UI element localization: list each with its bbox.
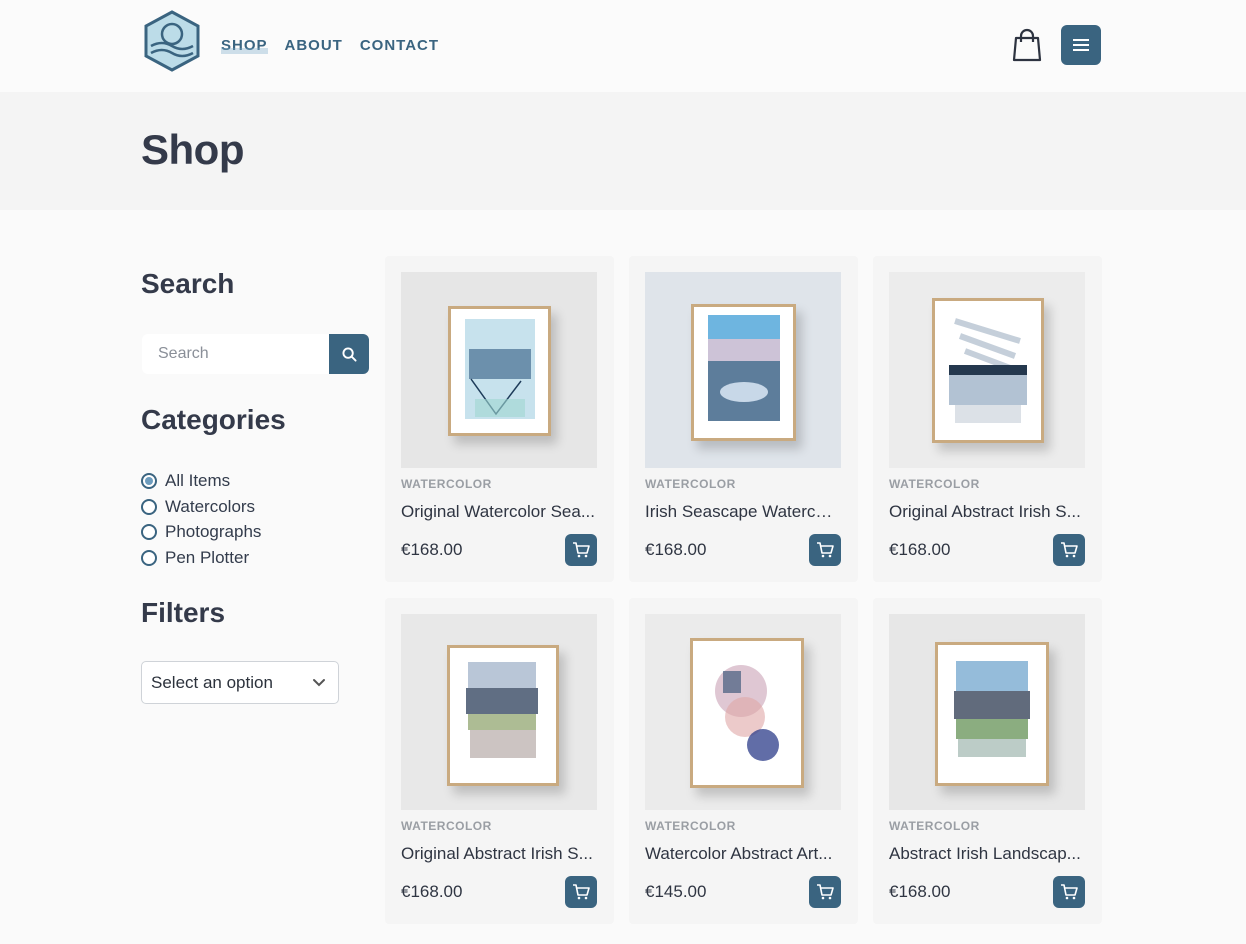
search-heading: Search	[141, 268, 235, 299]
product-image[interactable]	[889, 272, 1085, 468]
shopping-bag-icon[interactable]	[1012, 28, 1042, 62]
add-to-cart-button[interactable]	[809, 534, 841, 566]
categories-heading: Categories	[141, 404, 286, 435]
hamburger-menu-icon	[1073, 39, 1089, 51]
site-header: SHOP ABOUT CONTACT	[0, 0, 1246, 92]
product-price: €168.00	[889, 882, 951, 901]
product-image[interactable]	[645, 614, 841, 810]
product-card[interactable]: WATERCOLOR Original Abstract Irish S... …	[385, 598, 614, 924]
product-card[interactable]: WATERCOLOR Irish Seascape Watercol... €1…	[629, 256, 858, 582]
category-all-items[interactable]: All Items	[141, 468, 261, 494]
product-name[interactable]: Irish Seascape Watercol...	[645, 502, 841, 522]
page-title: Shop	[141, 126, 244, 173]
product-category: WATERCOLOR	[401, 819, 492, 833]
product-name[interactable]: Watercolor Abstract Art...	[645, 844, 841, 864]
product-card[interactable]: WATERCOLOR Watercolor Abstract Art... €1…	[629, 598, 858, 924]
category-list: All Items Watercolors Photographs Pen Pl…	[141, 468, 261, 571]
category-watercolors[interactable]: Watercolors	[141, 494, 261, 520]
product-image[interactable]	[645, 272, 841, 468]
product-category: WATERCOLOR	[401, 477, 492, 491]
category-label: All Items	[165, 470, 231, 490]
product-card[interactable]: WATERCOLOR Abstract Irish Landscap... €1…	[873, 598, 1102, 924]
product-price: €168.00	[401, 882, 463, 901]
filters-heading: Filters	[141, 597, 226, 628]
product-price: €168.00	[889, 540, 951, 559]
search-box	[142, 334, 369, 374]
product-image[interactable]	[401, 614, 597, 810]
add-to-cart-button[interactable]	[1053, 534, 1085, 566]
add-to-cart-button[interactable]	[809, 876, 841, 908]
add-to-cart-button[interactable]	[1053, 876, 1085, 908]
cart-icon	[573, 542, 590, 558]
radio-button[interactable]	[141, 549, 157, 566]
product-card[interactable]: WATERCOLOR Original Abstract Irish S... …	[873, 256, 1102, 582]
category-label: Photographs	[165, 522, 262, 542]
cart-icon	[573, 884, 590, 900]
main-nav: SHOP ABOUT CONTACT	[221, 37, 439, 55]
cart-icon	[817, 884, 834, 900]
radio-button[interactable]	[141, 524, 157, 541]
product-name[interactable]: Original Abstract Irish S...	[401, 844, 597, 864]
logo-icon[interactable]	[142, 10, 202, 72]
search-input[interactable]	[142, 334, 329, 374]
product-image[interactable]	[401, 272, 597, 468]
product-name[interactable]: Abstract Irish Landscap...	[889, 844, 1085, 864]
product-price: €145.00	[645, 882, 707, 901]
category-pen-plotter[interactable]: Pen Plotter	[141, 545, 261, 571]
product-category: WATERCOLOR	[645, 819, 736, 833]
product-name[interactable]: Original Watercolor Sea...	[401, 502, 597, 522]
product-price: €168.00	[645, 540, 707, 559]
category-photographs[interactable]: Photographs	[141, 519, 261, 545]
filter-select[interactable]: Select an option	[141, 661, 339, 704]
chevron-down-icon	[313, 679, 325, 687]
product-category: WATERCOLOR	[645, 477, 736, 491]
nav-contact[interactable]: CONTACT	[360, 37, 439, 55]
cart-icon	[1061, 542, 1078, 558]
product-card[interactable]: WATERCOLOR Original Watercolor Sea... €1…	[385, 256, 614, 582]
filter-select-value: Select an option	[151, 672, 273, 692]
category-label: Watercolors	[165, 496, 256, 516]
radio-button[interactable]	[141, 472, 157, 489]
product-name[interactable]: Original Abstract Irish S...	[889, 502, 1085, 522]
product-image[interactable]	[889, 614, 1085, 810]
radio-button[interactable]	[141, 498, 157, 515]
category-label: Pen Plotter	[165, 547, 250, 567]
add-to-cart-button[interactable]	[565, 876, 597, 908]
nav-about[interactable]: ABOUT	[285, 37, 343, 55]
cart-icon	[817, 542, 834, 558]
cart-icon	[1061, 884, 1078, 900]
product-category: WATERCOLOR	[889, 477, 980, 491]
menu-button[interactable]	[1061, 25, 1101, 65]
add-to-cart-button[interactable]	[565, 534, 597, 566]
search-button[interactable]	[329, 334, 369, 374]
product-category: WATERCOLOR	[889, 819, 980, 833]
search-icon	[341, 346, 357, 362]
nav-shop[interactable]: SHOP	[221, 37, 268, 55]
product-price: €168.00	[401, 540, 463, 559]
